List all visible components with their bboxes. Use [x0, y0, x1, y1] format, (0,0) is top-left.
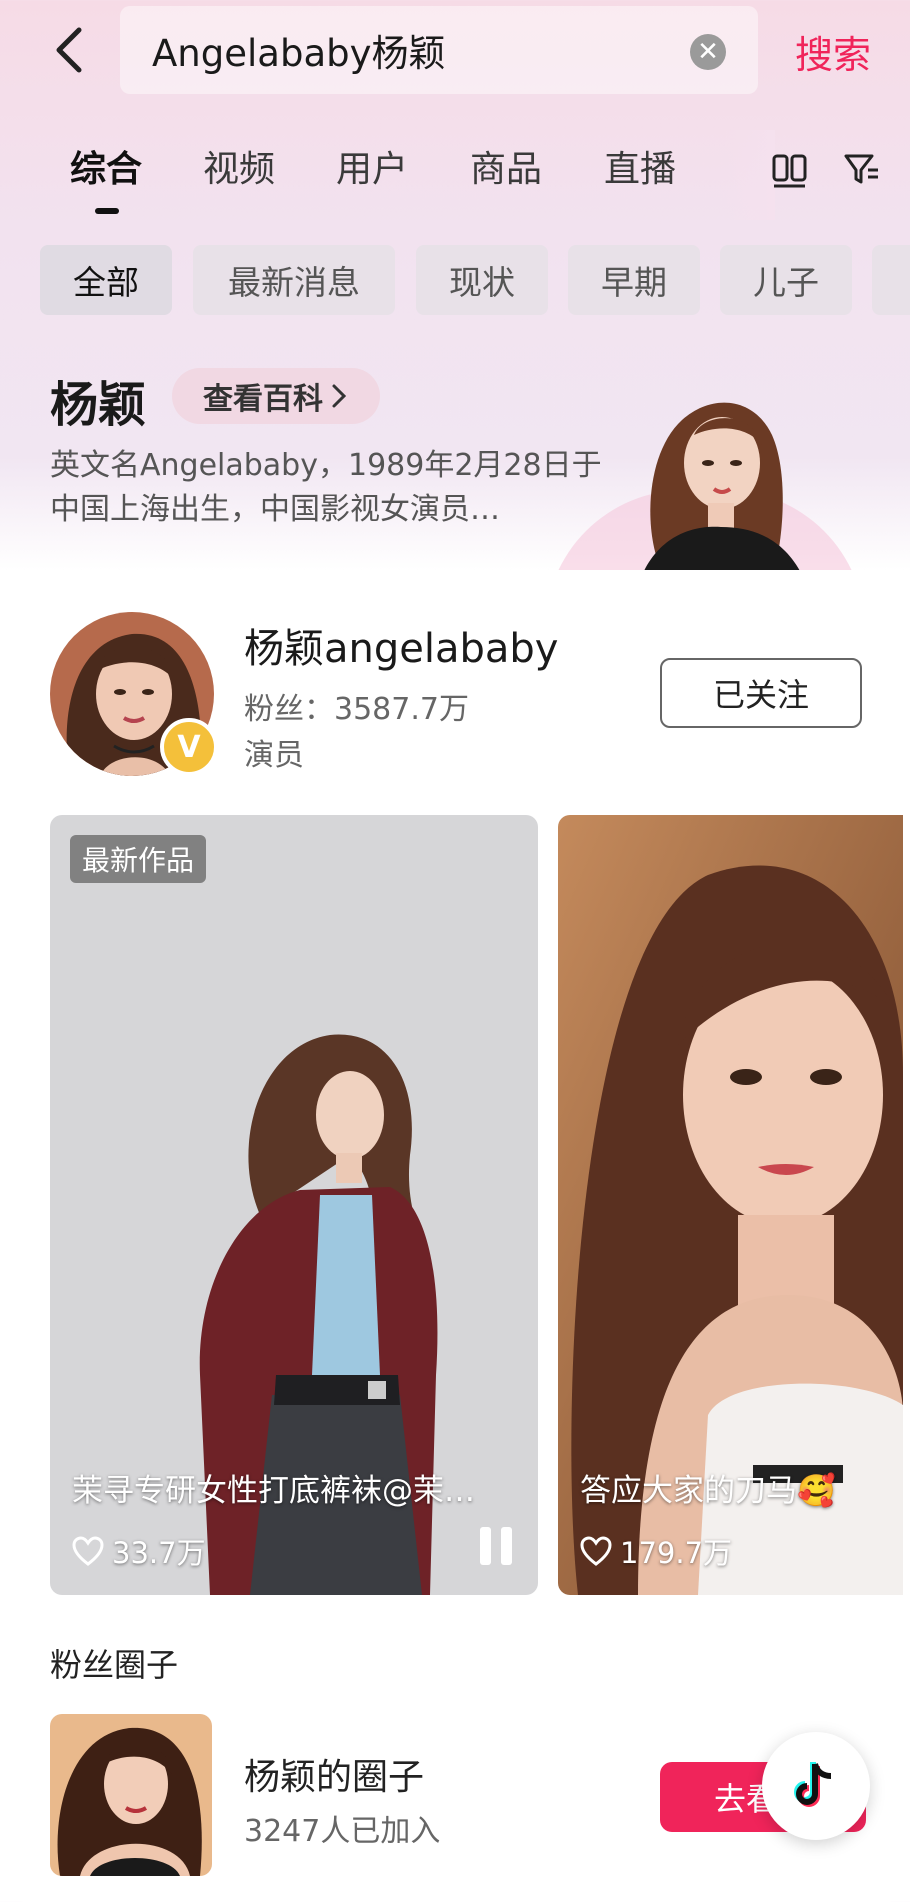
tab-live[interactable]: 直播	[604, 140, 676, 192]
fans-circle-thumbnail[interactable]	[50, 1714, 212, 1876]
video-card-1[interactable]: 最新作品 茉寻专研女性打底裤袜@茉… 33.7万	[50, 815, 538, 1595]
tab-user[interactable]: 用户	[336, 140, 408, 192]
tiktok-logo-icon[interactable]	[762, 1732, 870, 1840]
search-bar: Angelababy杨颖 ✕ 搜索	[0, 0, 910, 110]
clear-icon[interactable]: ✕	[690, 34, 726, 70]
tab-video[interactable]: 视频	[203, 140, 275, 192]
user-role: 演员	[244, 738, 304, 773]
heart-icon	[580, 1536, 612, 1566]
video-title: 茉寻专研女性打底裤袜@茉…	[72, 1473, 475, 1509]
view-baike-button[interactable]: 查看百科	[172, 368, 380, 424]
grid-view-icon[interactable]	[770, 150, 810, 190]
chip-son[interactable]: 儿子	[720, 245, 852, 315]
baike-portrait[interactable]	[604, 385, 820, 571]
user-fans: 粉丝：3587.7万	[244, 692, 469, 727]
fans-circle-name[interactable]: 杨颖的圈子	[244, 1748, 424, 1800]
result-tabs: 综合 视频 用户 商品 直播	[0, 130, 910, 220]
baike-description: 英文名Angelababy，1989年2月28日于中国上海出生，中国影视女演员…	[50, 448, 602, 527]
search-query: Angelababy杨颖	[152, 32, 446, 75]
chip-early[interactable]: 早期	[568, 245, 700, 315]
video-likes: 33.7万	[72, 1530, 206, 1572]
like-count: 179.7万	[620, 1536, 733, 1570]
tabs-fade	[725, 130, 775, 220]
heart-icon	[72, 1536, 104, 1566]
search-input[interactable]: Angelababy杨颖 ✕	[120, 6, 758, 94]
search-button[interactable]: 搜索	[795, 24, 871, 79]
fans-circle-title: 粉丝圈子	[50, 1646, 179, 1684]
back-arrow-icon[interactable]	[46, 22, 90, 78]
tab-goods[interactable]: 商品	[470, 140, 542, 192]
chip-latest[interactable]: 最新消息	[193, 245, 395, 315]
filter-icon[interactable]	[842, 148, 882, 188]
video-title: 答应大家的刀马🥰	[580, 1473, 836, 1509]
video-card-2[interactable]: 答应大家的刀马🥰 179.7万	[558, 815, 903, 1595]
pause-icon[interactable]	[480, 1527, 512, 1565]
baike-title: 杨颖	[50, 377, 147, 433]
active-tab-indicator	[95, 208, 119, 214]
follow-button[interactable]: 已关注	[660, 658, 862, 728]
chevron-right-icon	[332, 384, 347, 408]
chip-status[interactable]: 现状	[416, 245, 548, 315]
chip-all[interactable]: 全部	[40, 245, 172, 315]
fans-circle-count: 3247人已加入	[244, 1814, 441, 1849]
tab-all[interactable]: 综合	[70, 140, 142, 192]
view-baike-label: 查看百科	[203, 382, 323, 417]
topic-chips: 全部 最新消息 现状 早期 儿子	[0, 245, 910, 321]
chip-overflow[interactable]	[872, 245, 910, 315]
user-name[interactable]: 杨颖angelababy	[244, 616, 558, 674]
like-count: 33.7万	[112, 1536, 206, 1570]
video-likes: 179.7万	[580, 1530, 732, 1572]
verified-badge-icon: V	[160, 718, 218, 776]
latest-tag: 最新作品	[70, 835, 207, 883]
